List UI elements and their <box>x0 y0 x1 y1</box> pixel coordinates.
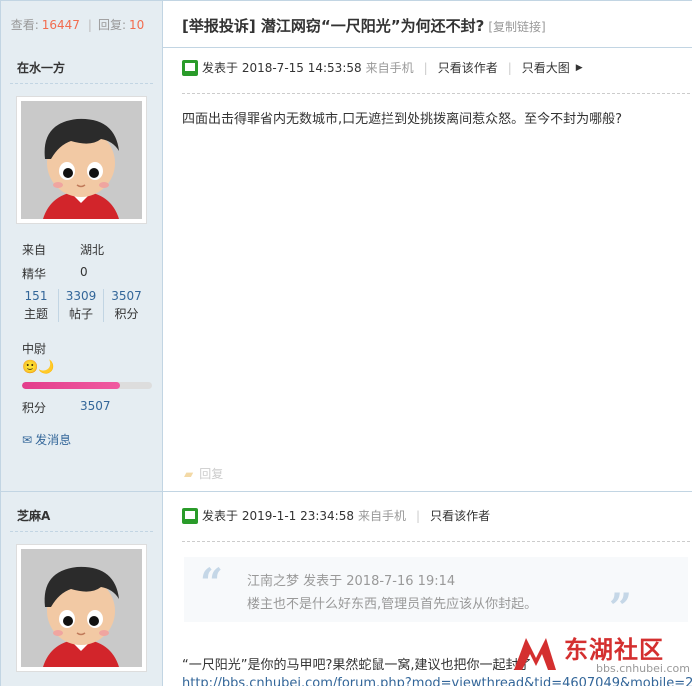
location-value: 湖北 <box>80 243 105 257</box>
post-date: 发表于 2019-1-1 23:34:58 <box>202 509 354 523</box>
stat-points[interactable]: 3507 积分 <box>104 289 149 322</box>
post-divider <box>182 541 690 542</box>
stat-threads[interactable]: 151 主题 <box>14 289 59 322</box>
only-author-link[interactable]: 只看该作者 <box>430 507 490 524</box>
meta-separator: | <box>423 60 428 75</box>
quote-block: “ 江南之梦 发表于 2018-7-16 19:14 楼主也不是什么好东西,管理… <box>184 557 688 632</box>
stat-points-num[interactable]: 3507 <box>104 289 149 303</box>
stat-posts-label: 帖子 <box>68 307 93 321</box>
thread-title-text: [举报投诉] 潜江网窃“一尺阳光”为何还不封? <box>182 17 485 35</box>
author-points: 积分 3507 <box>22 399 111 416</box>
site-logo-icon <box>514 638 556 670</box>
thread-title: [举报投诉] 潜江网窃“一尺阳光”为何还不封? [复制链接] <box>182 15 546 36</box>
envelope-icon: ✉ <box>22 433 33 447</box>
quote-text: 楼主也不是什么好东西,管理员首先应该从你封起。 <box>247 597 538 612</box>
reply-icon: ▰ <box>184 467 194 481</box>
stat-threads-num[interactable]: 151 <box>14 289 58 303</box>
send-message-link[interactable]: ✉ 发消息 <box>22 431 71 448</box>
views-label: 查看: <box>10 18 39 32</box>
post-meta: 发表于 2019-1-1 23:34:58 来自手机 | 只看该作者 <box>182 507 490 524</box>
send-message-label[interactable]: 发消息 <box>35 433 71 447</box>
thread-header: 查看: 16447 | 回复: 10 [举报投诉] 潜江网窃“一尺阳光”为何还不… <box>0 0 692 48</box>
points-label: 积分 <box>22 401 47 415</box>
level-progress-bar <box>22 382 152 389</box>
user-rank: 中尉 <box>22 342 47 356</box>
stat-points-label: 积分 <box>114 307 139 321</box>
stats-separator: | <box>87 17 92 32</box>
post-divider <box>182 93 690 94</box>
post-content: 四面出击得罪省内无数城市,口无遮拦到处挑拨离间惹众怒。至今不封为哪般? <box>182 112 623 127</box>
only-big-image-link[interactable]: 只看大图 <box>522 59 570 76</box>
points-value[interactable]: 3507 <box>80 399 111 413</box>
location-label: 来自 <box>22 243 47 257</box>
mobile-icon <box>182 59 198 76</box>
meta-separator: | <box>507 60 512 75</box>
stat-posts[interactable]: 3309 帖子 <box>59 289 104 322</box>
author-divider <box>10 83 153 84</box>
post-separator <box>0 491 692 492</box>
author-digest: 精华 0 <box>22 265 88 282</box>
post-meta: 发表于 2018-7-15 14:53:58 来自手机 | 只看该作者 | 只看… <box>182 59 583 76</box>
post-source: 来自手机 <box>365 61 414 75</box>
meta-separator: | <box>416 508 421 523</box>
rank-medal-icon: 🙂🌙 <box>22 360 55 375</box>
post-content: “一尺阳光”是你的马甲吧?果然蛇鼠一窝,建议也把你一起封了 <box>182 658 532 673</box>
replies-count: 10 <box>129 17 145 32</box>
copy-link-button[interactable]: [复制链接] <box>488 20 545 34</box>
views-count: 16447 <box>41 17 80 32</box>
quote-meta: 江南之梦 发表于 2018-7-16 19:14 <box>247 574 456 589</box>
stat-posts-num[interactable]: 3309 <box>59 289 103 303</box>
only-author-link[interactable]: 只看该作者 <box>438 59 498 76</box>
author-location: 来自 湖北 <box>22 241 104 258</box>
stat-threads-label: 主题 <box>23 307 48 321</box>
avatar[interactable] <box>16 544 147 672</box>
triangle-right-icon[interactable]: ▶ <box>576 63 583 73</box>
quote-open-icon: “ <box>200 560 224 607</box>
reply-label[interactable]: 回复 <box>199 467 223 481</box>
thread-stats: 查看: 16447 | 回复: 10 <box>1 1 162 48</box>
quote-close-icon: ” <box>608 585 632 632</box>
digest-value: 0 <box>80 265 88 279</box>
author-name[interactable]: 在水一方 <box>17 59 65 76</box>
author-name[interactable]: 芝麻A <box>17 507 50 524</box>
reply-button[interactable]: ▰ 回复 <box>184 465 223 482</box>
digest-label: 精华 <box>22 267 47 281</box>
site-watermark: 东湖社区 bbs.cnhubei.com <box>512 628 690 686</box>
avatar-image <box>21 549 142 667</box>
replies-label: 回复: <box>97 18 127 32</box>
author-divider <box>10 531 153 532</box>
post-date: 发表于 2018-7-15 14:53:58 <box>202 61 362 75</box>
avatar-image <box>21 101 142 219</box>
mobile-icon <box>182 507 198 524</box>
author-stats: 151 主题 3309 帖子 3507 积分 <box>14 289 149 322</box>
avatar[interactable] <box>16 96 147 224</box>
site-name: 东湖社区 <box>564 636 664 664</box>
post-source: 来自手机 <box>358 509 407 523</box>
site-url: bbs.cnhubei.com <box>596 662 690 675</box>
level-progress-fill <box>22 382 120 389</box>
